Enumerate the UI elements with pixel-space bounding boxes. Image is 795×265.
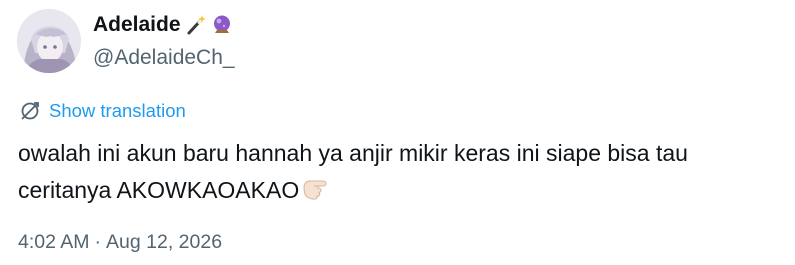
crystal-ball-emoji-icon (211, 14, 233, 36)
timestamp-row[interactable]: 4:02 AM · Aug 12, 2026 (18, 231, 222, 254)
display-name[interactable]: Adelaide (93, 13, 181, 37)
tweet-text-line-content: ceritanya AKOWKAOAKAO (18, 177, 300, 203)
translate-icon (21, 102, 39, 120)
tweet-date[interactable]: Aug 12, 2026 (106, 231, 222, 253)
show-translation-link[interactable]: Show translation (19, 100, 186, 122)
meta-separator: · (94, 231, 102, 253)
handle[interactable]: @AdelaideCh_ (93, 46, 235, 70)
show-translation-label[interactable]: Show translation (49, 100, 186, 122)
tweet-time[interactable]: 4:02 AM (18, 231, 90, 253)
pointing-hand-emoji-icon (301, 175, 331, 201)
tweet-text-line: ceritanya AKOWKAOAKAO (18, 172, 778, 209)
avatar[interactable] (17, 9, 81, 73)
avatar-image (17, 9, 81, 73)
display-name-row[interactable]: Adelaide (93, 13, 233, 37)
magic-wand-emoji-icon (185, 14, 207, 36)
tweet-text: owalah ini akun baru hannah ya anjir mik… (18, 135, 778, 209)
tweet-text-line: owalah ini akun baru hannah ya anjir mik… (18, 140, 688, 166)
